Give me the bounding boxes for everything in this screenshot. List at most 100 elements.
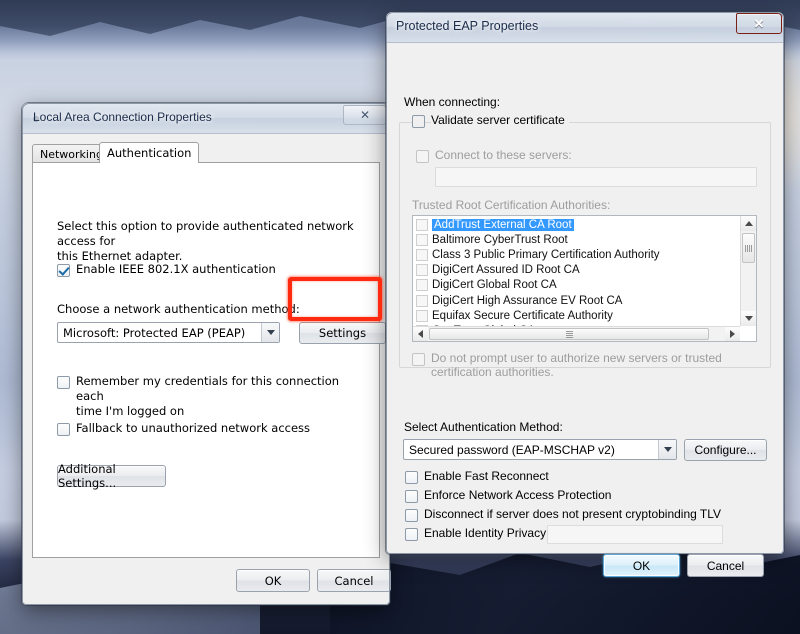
chevron-down-icon	[663, 447, 672, 452]
triangle-up-icon	[744, 221, 753, 226]
eap-ok-button[interactable]: OK	[603, 554, 680, 577]
cert-list-item[interactable]: AddTrust External CA Root	[413, 217, 739, 232]
connect-to-these-servers-checkbox[interactable]	[416, 150, 429, 163]
cert-checkbox[interactable]	[416, 294, 428, 307]
scroll-up-button[interactable]	[741, 216, 756, 231]
cert-name-label: DigiCert Assured ID Root CA	[432, 264, 580, 277]
cert-name-label: DigiCert Global Root CA	[432, 279, 557, 292]
cert-checkbox[interactable]	[416, 218, 428, 231]
trusted-root-list[interactable]: AddTrust External CA Root Baltimore Cyber…	[412, 215, 757, 342]
cert-list-item[interactable]: DigiCert Assured ID Root CA	[413, 263, 739, 278]
cert-list-item[interactable]: Class 3 Public Primary Certification Aut…	[413, 247, 739, 262]
eap-ok-label: OK	[632, 558, 651, 573]
enable-identity-privacy-checkbox[interactable]	[405, 528, 418, 541]
cert-list-item[interactable]: Equifax Secure Certificate Authority	[413, 308, 739, 323]
trusted-root-label: Trusted Root Certification Authorities:	[412, 198, 611, 212]
enable-identity-privacy-label: Enable Identity Privacy	[424, 526, 547, 540]
eap-auth-method-value: Secured password (EAP-MSCHAP v2)	[409, 442, 615, 457]
validate-server-certificate-checkbox[interactable]	[412, 115, 425, 128]
disconnect-cryptobinding-checkbox[interactable]	[405, 509, 418, 522]
tab-networking-label: Networking	[40, 147, 103, 161]
fallback-unauthorized-label: Fallback to unauthorized network access	[76, 421, 311, 435]
servers-input[interactable]	[435, 167, 757, 187]
do-not-prompt-label: Do not prompt user to authorize new serv…	[431, 351, 722, 379]
additional-settings-button[interactable]: Additional Settings...	[57, 462, 166, 490]
combobox-arrow-button[interactable]	[261, 323, 279, 342]
cert-name-label: Class 3 Public Primary Certification Aut…	[432, 248, 660, 261]
identity-privacy-input[interactable]	[547, 525, 723, 544]
lac-cancel-label: Cancel	[334, 573, 374, 588]
cert-checkbox[interactable]	[416, 279, 428, 292]
cert-checkbox[interactable]	[416, 309, 428, 322]
eap-combobox-arrow-button[interactable]	[658, 440, 676, 459]
cert-list-vertical-scrollbar[interactable]	[740, 216, 756, 326]
configure-button-label: Configure...	[694, 443, 757, 457]
lac-titlebar[interactable]: Local Area Connection Properties	[22, 103, 390, 134]
eap-auth-method-combobox[interactable]: Secured password (EAP-MSCHAP v2)	[403, 439, 677, 460]
eap-titlebar[interactable]: Protected EAP Properties	[386, 12, 784, 43]
enforce-nap-label: Enforce Network Access Protection	[424, 488, 612, 502]
lac-ok-label: OK	[264, 573, 282, 588]
triangle-right-icon	[730, 330, 735, 338]
lac-title: Local Area Connection Properties	[33, 110, 212, 124]
lac-description-line2: this Ethernet adapter.	[57, 249, 183, 263]
when-connecting-label: When connecting:	[404, 95, 501, 109]
auth-method-value: Microsoft: Protected EAP (PEAP)	[63, 325, 246, 340]
validate-server-certificate-label: Validate server certificate	[431, 113, 569, 127]
scroll-grip-icon-h	[565, 330, 573, 338]
eap-close-button[interactable]	[736, 13, 782, 34]
cert-checkbox[interactable]	[416, 233, 428, 246]
scroll-left-button[interactable]	[413, 327, 428, 341]
remember-credentials-line1: Remember my credentials for this connect…	[76, 374, 340, 403]
lac-cancel-button[interactable]: Cancel	[317, 569, 391, 592]
vertical-scroll-thumb[interactable]	[742, 233, 755, 263]
enable-8021x-checkbox[interactable]	[57, 264, 70, 277]
cert-list-horizontal-scrollbar[interactable]	[413, 326, 740, 341]
cert-list-item[interactable]: Baltimore CyberTrust Root	[413, 232, 739, 247]
lac-description-line1: Select this option to provide authentica…	[57, 219, 354, 248]
cert-name-label: AddTrust External CA Root	[432, 218, 574, 231]
triangle-down-icon	[744, 316, 753, 321]
cert-name-label: Equifax Secure Certificate Authority	[432, 309, 613, 322]
local-area-connection-properties-window[interactable]: Local Area Connection Properties Network…	[22, 103, 391, 605]
auth-method-combobox[interactable]: Microsoft: Protected EAP (PEAP)	[57, 322, 280, 343]
lac-ok-button[interactable]: OK	[236, 569, 310, 592]
scroll-right-button[interactable]	[725, 327, 740, 341]
eap-cancel-button[interactable]: Cancel	[687, 554, 764, 577]
disconnect-cryptobinding-label: Disconnect if server does not present cr…	[424, 507, 722, 521]
configure-button[interactable]: Configure...	[684, 439, 767, 461]
settings-button-label: Settings	[318, 326, 367, 340]
settings-button[interactable]: Settings	[299, 322, 386, 344]
scroll-grip-icon	[745, 244, 752, 252]
remember-credentials-line2: time I'm logged on	[76, 404, 185, 418]
enable-fast-reconnect-label: Enable Fast Reconnect	[424, 469, 549, 483]
tab-authentication[interactable]: Authentication	[99, 142, 200, 163]
cert-checkbox[interactable]	[416, 248, 428, 261]
lac-close-button[interactable]	[343, 105, 387, 125]
cert-list-item[interactable]: DigiCert High Assurance EV Root CA	[413, 293, 739, 308]
enable-8021x-label: Enable IEEE 802.1X authentication	[76, 262, 276, 276]
select-auth-method-label: Select Authentication Method:	[404, 420, 563, 434]
eap-body: When connecting: Validate server certifi…	[387, 43, 783, 577]
enforce-nap-checkbox[interactable]	[405, 490, 418, 503]
eap-cancel-label: Cancel	[706, 558, 745, 573]
scroll-down-button[interactable]	[741, 311, 756, 326]
chevron-down-icon	[266, 330, 275, 335]
eap-title: Protected EAP Properties	[396, 19, 539, 33]
enable-fast-reconnect-checkbox[interactable]	[405, 471, 418, 484]
lac-description: Select this option to provide authentica…	[57, 219, 357, 264]
protected-eap-properties-window[interactable]: Protected EAP Properties When connecting…	[386, 12, 784, 577]
remember-credentials-label: Remember my credentials for this connect…	[76, 374, 366, 419]
horizontal-scroll-thumb[interactable]	[429, 328, 709, 340]
cert-rows-container: AddTrust External CA Root Baltimore Cyber…	[413, 217, 739, 339]
cert-name-label: DigiCert High Assurance EV Root CA	[432, 294, 623, 307]
cert-checkbox[interactable]	[416, 264, 428, 277]
cert-name-label: Baltimore CyberTrust Root	[432, 233, 568, 246]
fallback-unauthorized-checkbox[interactable]	[57, 423, 70, 436]
choose-auth-method-label: Choose a network authentication method:	[57, 302, 300, 316]
remember-credentials-checkbox[interactable]	[57, 376, 70, 389]
cert-list-item[interactable]: DigiCert Global Root CA	[413, 278, 739, 293]
do-not-prompt-checkbox[interactable]	[412, 353, 425, 366]
tab-authentication-label: Authentication	[107, 146, 192, 160]
lac-tab-panel: Select this option to provide authentica…	[32, 162, 386, 558]
